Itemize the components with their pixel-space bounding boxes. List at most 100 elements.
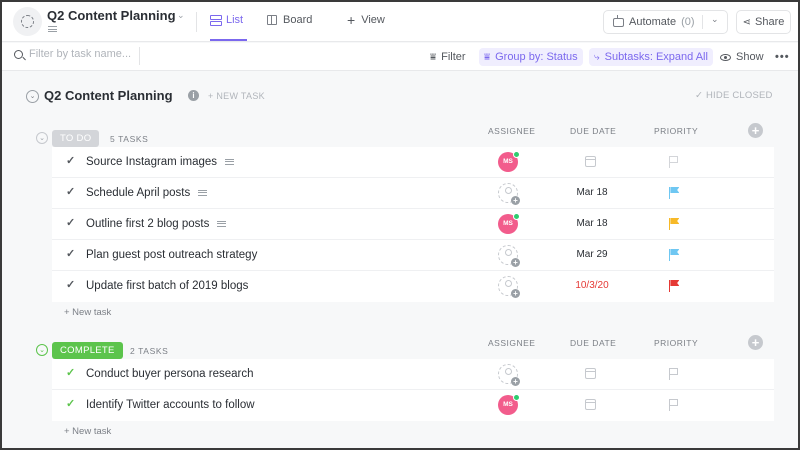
task-name[interactable]: Update first batch of 2019 blogs — [86, 280, 248, 292]
column-header-due-date[interactable]: DUE DATE — [570, 126, 616, 136]
due-date[interactable]: Mar 29 — [557, 249, 627, 260]
task-count: 5 TASKS — [110, 134, 149, 144]
tab-board[interactable]: Board — [267, 14, 312, 26]
flag-icon[interactable] — [669, 399, 680, 411]
check-icon[interactable]: ✓ — [66, 185, 75, 198]
add-column-button[interactable]: + — [748, 123, 763, 138]
divider — [196, 12, 197, 32]
tab-board-label: Board — [283, 14, 313, 26]
avatar[interactable]: MS — [498, 394, 520, 415]
check-icon[interactable]: ✓ — [66, 216, 75, 229]
description-icon — [217, 220, 227, 227]
task-name[interactable]: Conduct buyer persona research — [86, 368, 254, 380]
check-icon[interactable]: ✓ — [66, 154, 75, 167]
column-header-assignee[interactable]: ASSIGNEE — [488, 338, 535, 348]
table-row[interactable]: ✓ Outline first 2 blog posts MS Mar 18 — [52, 209, 774, 240]
tab-list[interactable]: List — [210, 14, 243, 26]
add-view-button[interactable]: + View — [347, 11, 385, 28]
active-tab-indicator — [210, 39, 247, 41]
description-icon[interactable] — [48, 26, 57, 32]
add-assignee-icon[interactable]: + — [498, 245, 520, 267]
calendar-icon[interactable] — [585, 156, 596, 167]
automate-button[interactable]: Automate (0) ⌄ — [603, 10, 728, 34]
plus-icon: + — [347, 11, 356, 28]
group-collapse-toggle[interactable]: ⌄ — [36, 132, 48, 144]
task-list-todo: ✓ Source Instagram images MS ✓ Schedule … — [52, 147, 774, 302]
subtasks-icon: ⤷ — [594, 51, 600, 63]
column-header-assignee[interactable]: ASSIGNEE — [488, 126, 535, 136]
table-row[interactable]: ✓ Source Instagram images MS — [52, 147, 774, 178]
table-row[interactable]: ✓ Plan guest post outreach strategy + Ma… — [52, 240, 774, 271]
table-row[interactable]: ✓ Identify Twitter accounts to follow MS — [52, 390, 774, 421]
column-header-priority[interactable]: PRIORITY — [654, 126, 698, 136]
task-name[interactable]: Source Instagram images — [86, 156, 235, 168]
divider — [139, 47, 140, 65]
avatar[interactable]: MS — [498, 213, 520, 234]
robot-icon — [613, 14, 624, 27]
flag-icon[interactable] — [669, 156, 680, 168]
task-name[interactable]: Plan guest post outreach strategy — [86, 249, 257, 261]
space-icon[interactable] — [13, 7, 42, 36]
due-date[interactable]: 10/3/20 — [557, 280, 627, 291]
automate-label: Automate — [629, 16, 677, 28]
chevron-down-icon[interactable]: ⌄ — [177, 10, 185, 21]
status-badge[interactable]: COMPLETE — [52, 342, 123, 359]
subtasks-label: Subtasks: Expand All — [604, 51, 708, 63]
due-date[interactable]: Mar 18 — [557, 218, 627, 229]
layers-icon: ⩸ — [484, 51, 491, 63]
flag-icon[interactable] — [669, 249, 680, 261]
hide-closed-toggle[interactable]: ✓ HIDE CLOSED — [695, 90, 773, 101]
flag-icon[interactable] — [669, 368, 680, 380]
flag-icon[interactable] — [669, 187, 680, 199]
avatar[interactable]: MS — [498, 151, 520, 172]
add-assignee-icon[interactable]: + — [498, 183, 520, 205]
table-row[interactable]: ✓ Schedule April posts + Mar 18 — [52, 178, 774, 209]
calendar-icon[interactable] — [585, 399, 596, 410]
new-task-button[interactable]: + New task — [64, 426, 111, 437]
task-list-complete: ✓ Conduct buyer persona research + ✓ Ide… — [52, 359, 774, 421]
new-task-link[interactable]: + NEW TASK — [208, 91, 265, 101]
calendar-icon[interactable] — [585, 368, 596, 379]
check-icon[interactable]: ✓ — [66, 278, 75, 291]
info-icon[interactable]: i — [188, 90, 199, 101]
share-button[interactable]: ⋖ Share — [736, 10, 791, 34]
table-row[interactable]: ✓ Update first batch of 2019 blogs + 10/… — [52, 271, 774, 302]
check-icon[interactable]: ✓ — [66, 366, 75, 379]
task-name[interactable]: Schedule April posts — [86, 187, 208, 199]
new-task-button[interactable]: + New task — [64, 307, 111, 318]
flag-icon[interactable] — [669, 280, 680, 292]
task-name[interactable]: Identify Twitter accounts to follow — [86, 399, 255, 411]
group-by-label: Group by: Status — [495, 51, 578, 63]
chevron-down-icon[interactable]: ⌄ — [711, 14, 719, 25]
page-title[interactable]: Q2 Content Planning — [47, 8, 176, 23]
due-date[interactable]: Mar 18 — [557, 187, 627, 198]
group-by-button[interactable]: ⩸ Group by: Status — [479, 48, 583, 66]
table-row[interactable]: ✓ Conduct buyer persona research + — [52, 359, 774, 390]
eye-icon — [720, 53, 731, 61]
chevron-down-icon[interactable]: ⌄ — [26, 89, 39, 103]
status-badge[interactable]: TO DO — [52, 130, 100, 147]
show-button[interactable]: Show — [715, 48, 769, 66]
description-icon — [225, 158, 235, 165]
column-header-due-date[interactable]: DUE DATE — [570, 338, 616, 348]
group-collapse-toggle[interactable]: ⌄ — [36, 344, 48, 356]
share-label: Share — [755, 16, 785, 28]
task-name[interactable]: Outline first 2 blog posts — [86, 218, 227, 230]
search-field[interactable]: Filter by task name... — [14, 48, 131, 60]
add-column-button[interactable]: + — [748, 335, 763, 350]
search-icon — [14, 49, 23, 59]
filter-button[interactable]: ⩸ Filter — [425, 48, 471, 66]
more-options-button[interactable]: ••• — [770, 48, 795, 66]
add-assignee-icon[interactable]: + — [498, 276, 520, 298]
list-icon — [210, 15, 222, 26]
filter-label: Filter — [441, 51, 466, 63]
task-count: 2 TASKS — [130, 346, 169, 356]
check-icon[interactable]: ✓ — [66, 397, 75, 410]
column-header-priority[interactable]: PRIORITY — [654, 338, 698, 348]
search-input[interactable]: Filter by task name... — [29, 48, 131, 60]
list-collapse-toggle[interactable]: ⌄ — [26, 86, 39, 106]
subtasks-button[interactable]: ⤷ Subtasks: Expand All — [589, 48, 713, 66]
flag-icon[interactable] — [669, 218, 680, 230]
add-assignee-icon[interactable]: + — [498, 364, 520, 386]
check-icon[interactable]: ✓ — [66, 247, 75, 260]
